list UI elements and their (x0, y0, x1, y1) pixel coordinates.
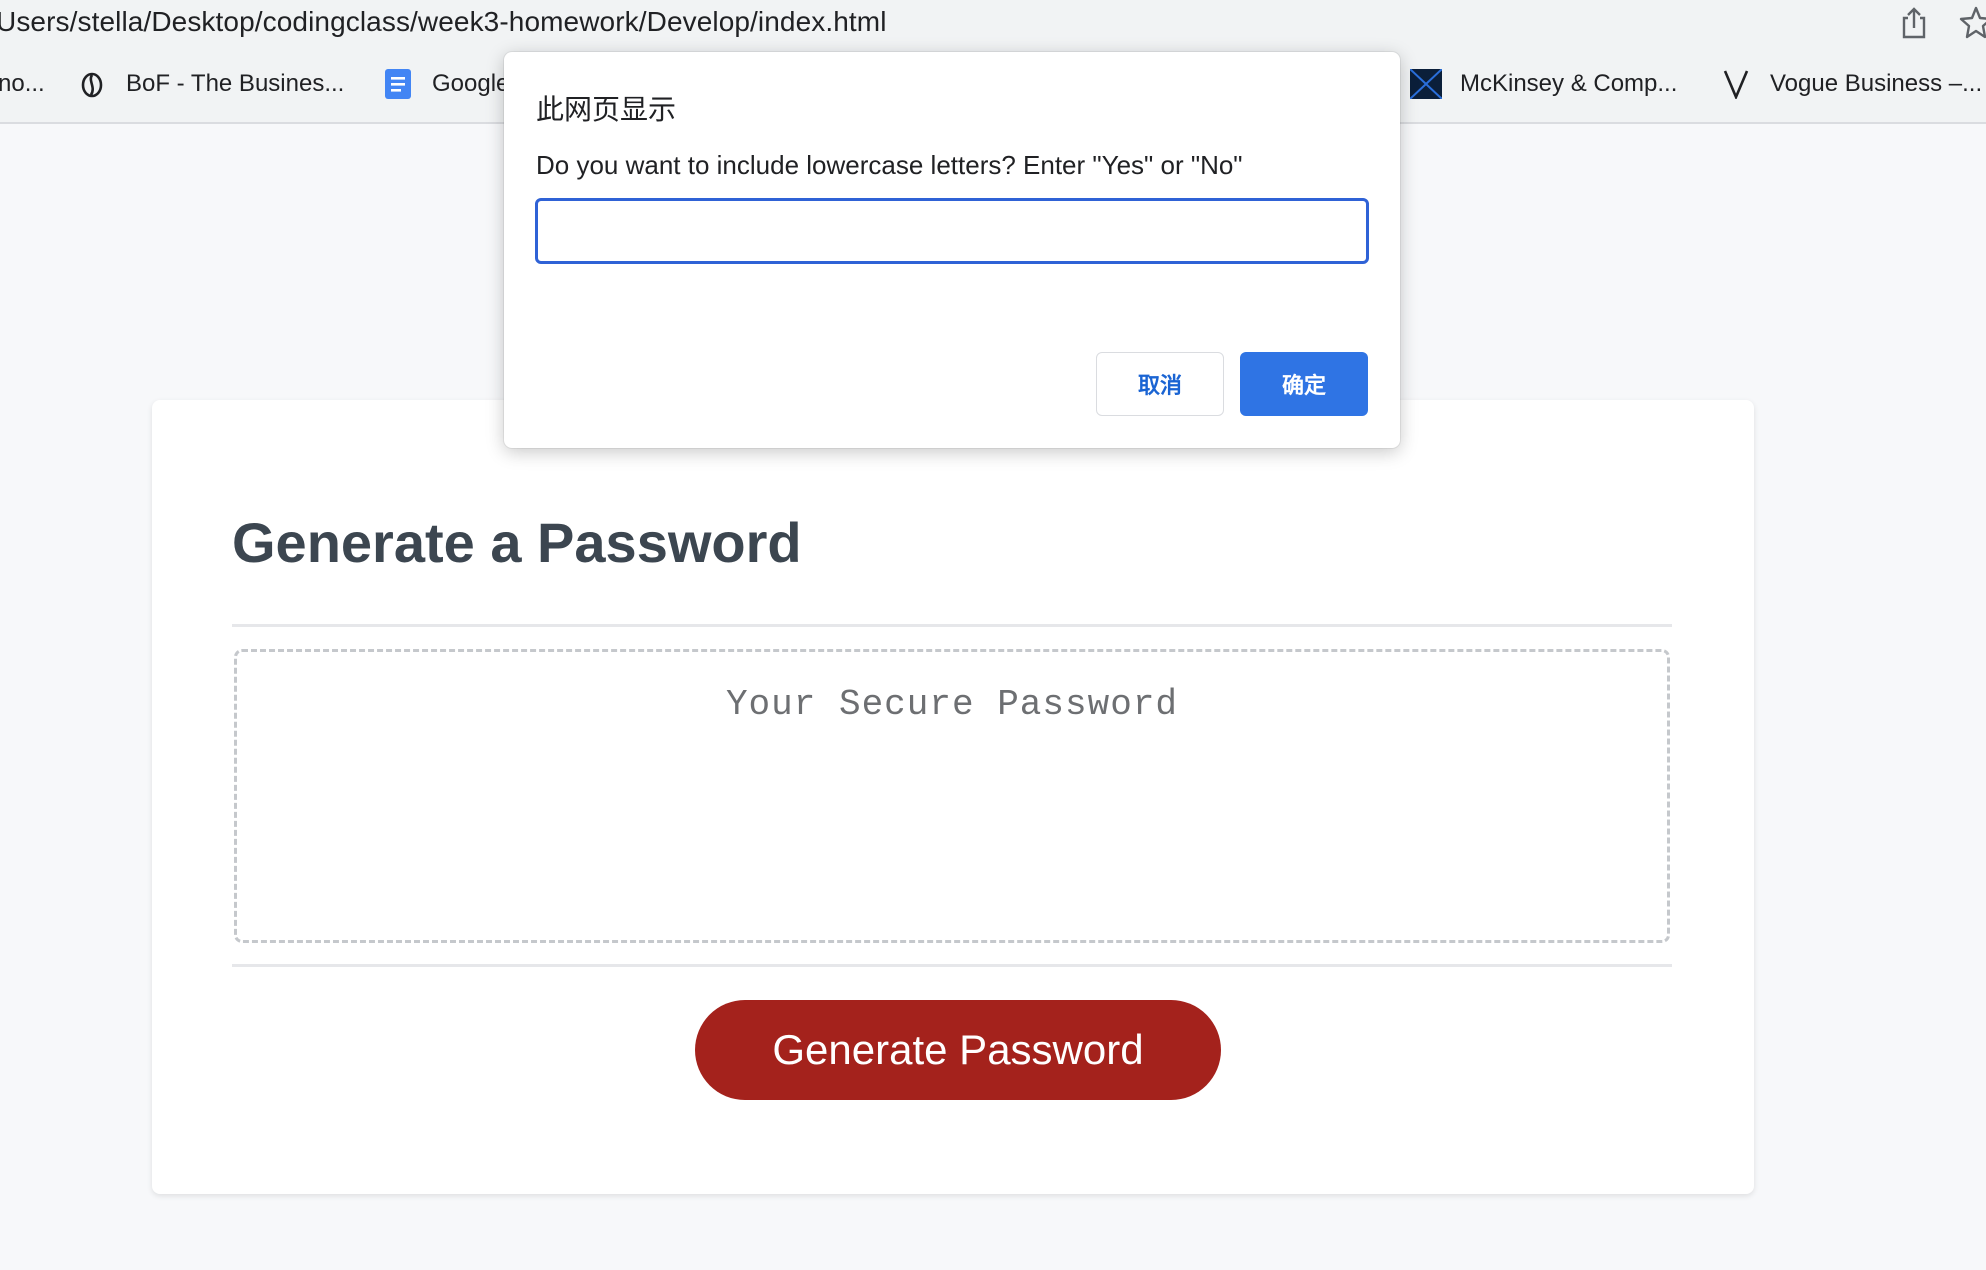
bookmark-label: no... (0, 70, 45, 97)
prompt-dialog: 此网页显示 Do you want to include lowercase l… (504, 52, 1400, 448)
star-icon[interactable] (1958, 5, 1986, 41)
google-docs-icon (382, 68, 414, 100)
dialog-input[interactable] (535, 198, 1369, 264)
vogue-v-icon (1720, 68, 1752, 100)
password-card: Generate a Password Your Secure Password… (152, 400, 1754, 1194)
password-placeholder: Your Secure Password (725, 684, 1179, 725)
dialog-title: 此网页显示 (536, 94, 677, 125)
divider (232, 624, 1672, 627)
page-title: Generate a Password (232, 511, 802, 574)
bookmark-bof[interactable]: BoF - The Busines... (76, 66, 344, 102)
bookmark-vogue[interactable]: Vogue Business –... (1720, 66, 1982, 102)
generate-password-button[interactable]: Generate Password (695, 1000, 1221, 1100)
bof-logo-icon (76, 68, 108, 100)
url-text[interactable]: Users/stella/Desktop/codingclass/week3-h… (0, 6, 887, 38)
divider (232, 964, 1672, 967)
bookmark-google-docs[interactable]: Google (382, 66, 509, 102)
dialog-message: Do you want to include lowercase letters… (536, 150, 1243, 180)
bookmark-label: Google (432, 70, 510, 97)
password-output[interactable]: Your Secure Password (234, 649, 1670, 943)
cancel-button[interactable]: 取消 (1096, 352, 1224, 416)
bookmark-mckinsey[interactable]: McKinsey & Comp... (1410, 66, 1677, 102)
share-icon[interactable] (1898, 6, 1930, 40)
address-bar[interactable]: Users/stella/Desktop/codingclass/week3-h… (0, 0, 1986, 46)
bookmark-label: BoF - The Busines... (126, 70, 345, 97)
bookmark-item[interactable]: no... (0, 66, 45, 102)
ok-button[interactable]: 确定 (1240, 352, 1368, 416)
mckinsey-logo-icon (1410, 68, 1442, 100)
bookmark-label: McKinsey & Comp... (1460, 70, 1678, 97)
bookmark-label: Vogue Business –... (1770, 70, 1983, 97)
